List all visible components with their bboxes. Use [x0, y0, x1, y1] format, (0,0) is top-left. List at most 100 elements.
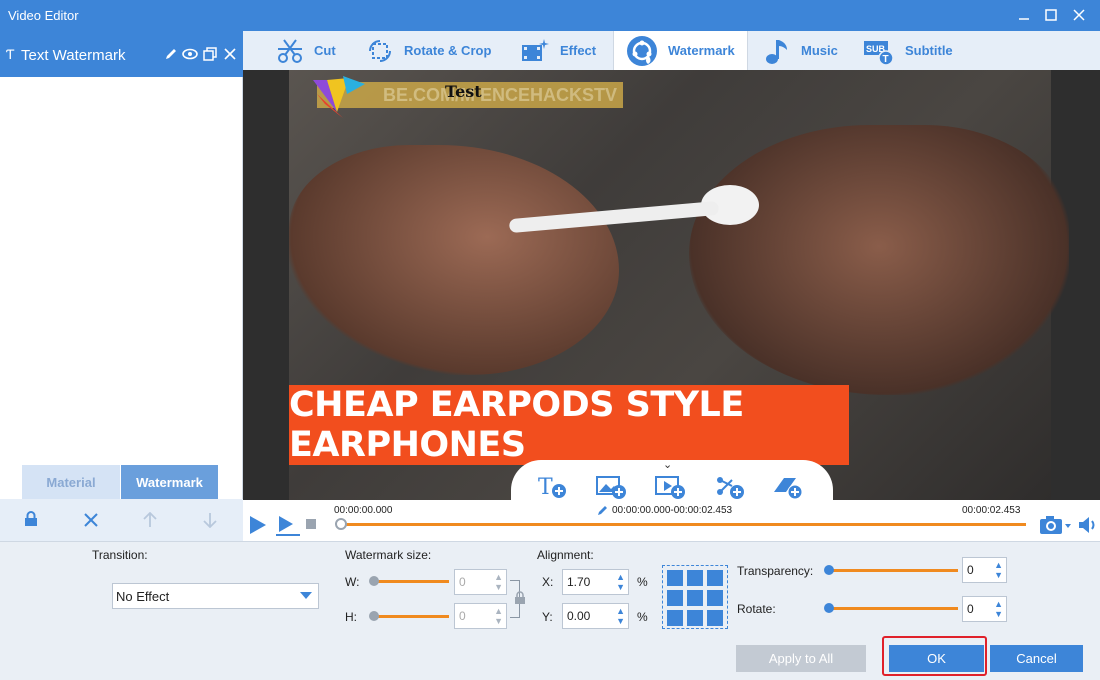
end-time: 00:00:02.453 [962, 505, 1021, 516]
close-icon[interactable] [1068, 4, 1090, 26]
width-stepper-icon[interactable]: ▲ ▼ [494, 572, 503, 592]
tab-music-label: Music [801, 43, 838, 58]
window-title: Video Editor [8, 8, 79, 23]
chevron-down-icon[interactable]: ⌄ [663, 458, 672, 471]
add-watermark-drawer: ⌄ T [511, 458, 833, 503]
x-label: X: [542, 575, 554, 589]
start-time: 00:00:00.000 [334, 505, 393, 516]
move-down-arrow-icon[interactable] [203, 512, 217, 531]
timeline-track[interactable] [340, 523, 1026, 526]
align-bottom-center-icon[interactable] [687, 610, 703, 626]
video-frame: BE.COM/M ENCEHACKSTV Test CHEAP EARPODS … [289, 70, 1069, 500]
volume-icon[interactable] [1078, 515, 1098, 538]
add-text-icon[interactable]: T [538, 474, 568, 503]
svg-text:T: T [883, 54, 889, 65]
add-video-icon[interactable] [655, 474, 687, 503]
tab-subtitle-label: Subtitle [905, 43, 953, 58]
lock-icon[interactable] [24, 511, 38, 530]
y-label: Y: [542, 610, 553, 624]
transparency-input[interactable]: 0 ▲ ▼ [962, 557, 1007, 583]
ok-button[interactable]: OK [889, 645, 984, 672]
tab-subtitle[interactable]: SUB T Subtitle [863, 31, 953, 70]
tab-material[interactable]: Material [22, 465, 120, 499]
align-middle-right-icon[interactable] [707, 590, 723, 606]
text-watermark-item[interactable]: Ƭ Text Watermark [0, 31, 243, 77]
tab-watermark-label: Watermark [668, 43, 735, 58]
move-up-arrow-icon[interactable] [143, 511, 157, 531]
delete-x-icon[interactable] [221, 45, 239, 63]
align-middle-left-icon[interactable] [667, 590, 683, 606]
left-hand [289, 145, 619, 375]
tab-cut[interactable]: Cut [276, 31, 336, 70]
x-position-input[interactable]: 1.70 ▲ ▼ [562, 569, 629, 595]
rotate-slider[interactable] [824, 603, 958, 613]
align-bottom-right-icon[interactable] [707, 610, 723, 626]
align-top-left-icon[interactable] [667, 570, 683, 586]
transparency-stepper-icon[interactable]: ▲ ▼ [994, 560, 1003, 580]
align-bottom-left-icon[interactable] [667, 610, 683, 626]
tab-effect-label: Effect [560, 43, 597, 58]
tab-watermark[interactable]: Watermark [121, 465, 218, 499]
edit-pencil-icon[interactable] [162, 45, 180, 63]
height-slider-knob[interactable] [369, 611, 379, 621]
minimize-icon[interactable] [1013, 4, 1035, 26]
tab-rotate-crop[interactable]: Rotate & Crop [366, 31, 491, 70]
x-stepper-icon[interactable]: ▲ ▼ [616, 572, 625, 592]
remove-x-icon[interactable] [84, 513, 98, 530]
rotate-input[interactable]: 0 ▲ ▼ [962, 596, 1007, 622]
y-stepper-icon[interactable]: ▲ ▼ [616, 606, 625, 626]
snapshot-camera-icon[interactable] [1039, 514, 1073, 539]
video-preview: BE.COM/M ENCEHACKSTV Test CHEAP EARPODS … [243, 70, 1100, 500]
height-label: H: [345, 610, 357, 624]
visibility-eye-icon[interactable] [181, 45, 199, 63]
scissors-icon [278, 38, 302, 63]
height-slider[interactable] [369, 611, 449, 621]
width-slider-knob[interactable] [369, 576, 379, 586]
playhead-handle[interactable] [335, 518, 347, 530]
height-value: 0 [459, 609, 466, 623]
add-eraser-icon[interactable] [772, 474, 804, 503]
svg-text:T: T [538, 475, 553, 500]
edit-range-pencil-icon[interactable] [597, 504, 609, 519]
transition-dropdown[interactable]: No Effect [112, 583, 319, 609]
align-top-center-icon[interactable] [687, 570, 703, 586]
play-icon[interactable] [249, 515, 267, 538]
tab-rotate-crop-label: Rotate & Crop [404, 43, 492, 58]
height-input[interactable]: 0 ▲ ▼ [454, 603, 507, 629]
rotate-stepper-icon[interactable]: ▲ ▼ [994, 599, 1003, 619]
watermark-settings-panel: Transition: No Effect Watermark size: W:… [0, 541, 1100, 680]
transparency-slider-knob[interactable] [824, 565, 834, 575]
width-input[interactable]: 0 ▲ ▼ [454, 569, 507, 595]
play-selection-icon[interactable] [275, 515, 301, 540]
rotate-slider-knob[interactable] [824, 603, 834, 613]
cancel-button[interactable]: Cancel [990, 645, 1083, 672]
transparency-slider[interactable] [824, 565, 958, 575]
add-shape-icon[interactable] [714, 474, 746, 503]
transparency-label: Transparency: [737, 564, 814, 578]
tab-effect[interactable]: Effect [520, 31, 596, 70]
watermark-text-preview[interactable]: Test [445, 82, 482, 101]
tab-cut-label: Cut [314, 43, 336, 58]
width-slider[interactable] [369, 576, 449, 586]
effect-icon [522, 38, 549, 61]
range-time: 00:00:00.000-00:00:02.453 [612, 505, 733, 516]
x-value: 1.70 [567, 575, 591, 589]
apply-to-all-button[interactable]: Apply to All [736, 645, 866, 672]
video-caption: CHEAP EARPODS STYLE EARPHONES [289, 385, 849, 465]
stop-icon[interactable] [306, 519, 316, 529]
alignment-label: Alignment: [537, 548, 594, 562]
maximize-icon[interactable] [1040, 4, 1062, 26]
aspect-lock-icon[interactable] [514, 591, 526, 608]
transition-label: Transition: [92, 548, 148, 562]
align-top-right-icon[interactable] [707, 570, 723, 586]
tab-music[interactable]: Music [763, 31, 838, 70]
height-stepper-icon[interactable]: ▲ ▼ [494, 606, 503, 626]
timeline-bar: 00:00:00.000 00:00:00.000-00:00:02.453 0… [243, 500, 1100, 541]
duplicate-icon[interactable] [201, 45, 219, 63]
watermark-sidebar: Ƭ Text Watermark Material Watermark [0, 31, 243, 541]
transition-value: No Effect [116, 589, 170, 604]
y-position-input[interactable]: 0.00 ▲ ▼ [562, 603, 629, 629]
add-image-icon[interactable] [596, 474, 628, 503]
tab-watermark-tool[interactable]: Watermark [613, 31, 748, 70]
align-center-icon[interactable] [687, 590, 703, 606]
